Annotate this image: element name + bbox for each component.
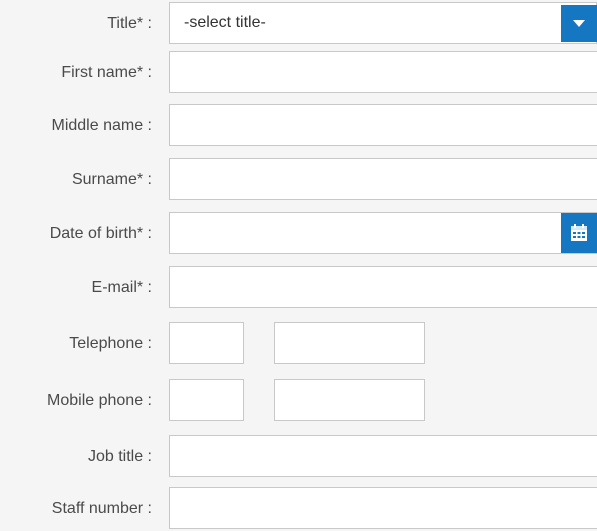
job-title-label: Job title : bbox=[87, 448, 152, 465]
title-label: Title* : bbox=[107, 15, 152, 32]
mobile-code-input[interactable] bbox=[169, 379, 244, 421]
dob-input[interactable] bbox=[169, 212, 597, 254]
title-select-value: -select title- bbox=[184, 14, 266, 31]
title-dropdown-button[interactable] bbox=[561, 5, 597, 42]
first-name-label: First name* : bbox=[61, 64, 152, 81]
mobile-row: Mobile phone : bbox=[0, 379, 597, 423]
mobile-label: Mobile phone : bbox=[47, 392, 152, 409]
email-input[interactable] bbox=[169, 266, 597, 308]
chevron-down-icon bbox=[573, 20, 585, 27]
surname-input[interactable] bbox=[169, 158, 597, 200]
staff-number-label: Staff number : bbox=[51, 500, 152, 517]
email-row: E-mail* : bbox=[0, 266, 597, 310]
title-row: Title* : -select title- bbox=[0, 2, 597, 46]
title-select[interactable]: -select title- bbox=[169, 2, 597, 44]
personal-details-form: Title* : -select title- First name* : Mi… bbox=[0, 0, 597, 529]
mobile-number-input[interactable] bbox=[274, 379, 425, 421]
middle-name-input[interactable] bbox=[169, 104, 597, 146]
calendar-icon bbox=[571, 224, 587, 241]
middle-name-row: Middle name : bbox=[0, 104, 597, 148]
staff-number-row: Staff number : bbox=[0, 487, 597, 531]
middle-name-label: Middle name : bbox=[51, 117, 153, 134]
surname-row: Surname* : bbox=[0, 158, 597, 202]
staff-number-input[interactable] bbox=[169, 487, 597, 529]
telephone-row: Telephone : bbox=[0, 322, 597, 366]
first-name-row: First name* : bbox=[0, 51, 597, 95]
telephone-code-input[interactable] bbox=[169, 322, 244, 364]
dob-label: Date of birth* : bbox=[49, 225, 152, 242]
email-label: E-mail* : bbox=[91, 279, 152, 296]
first-name-input[interactable] bbox=[169, 51, 597, 93]
surname-label: Surname* : bbox=[71, 171, 152, 188]
dob-row: Date of birth* : bbox=[0, 212, 597, 256]
dob-calendar-button[interactable] bbox=[561, 213, 597, 253]
telephone-label: Telephone : bbox=[69, 335, 152, 352]
telephone-number-input[interactable] bbox=[274, 322, 425, 364]
job-title-input[interactable] bbox=[169, 435, 597, 477]
job-title-row: Job title : bbox=[0, 435, 597, 479]
